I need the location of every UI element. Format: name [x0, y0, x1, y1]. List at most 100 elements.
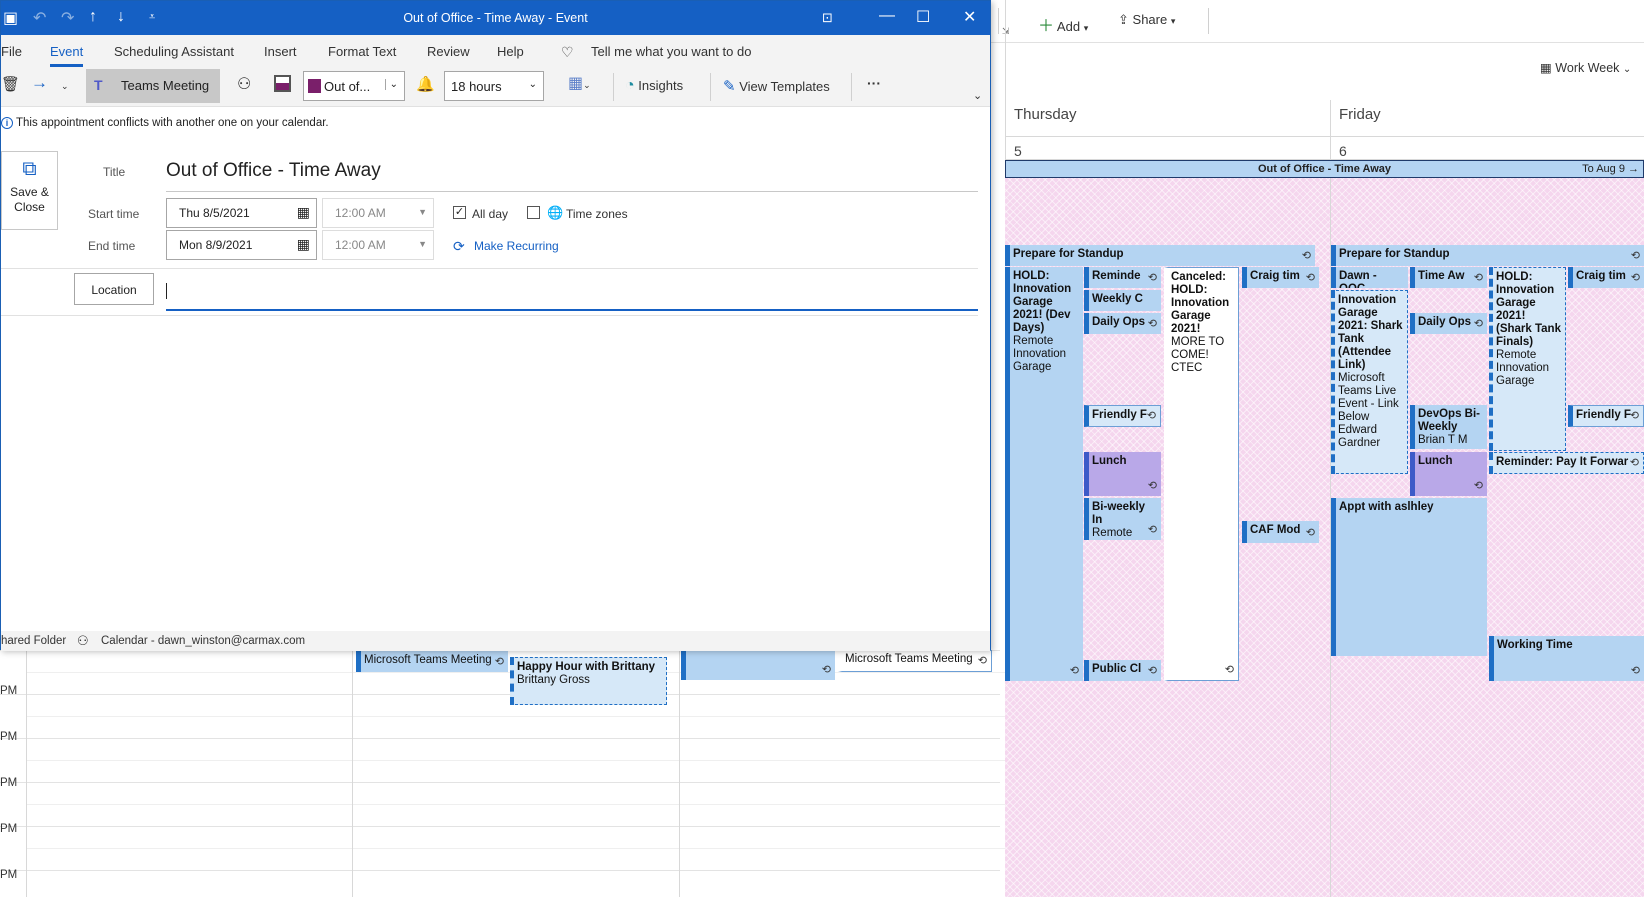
location-input[interactable]	[166, 271, 978, 311]
menu-file[interactable]: File	[1, 44, 22, 59]
calendar-event[interactable]: HOLD: Innovation Garage 2021! (Shark Tan…	[1489, 267, 1566, 451]
insights-button[interactable]: ◔ Insights	[625, 77, 683, 95]
calendar-event[interactable]: Microsoft Teams Meeting ⟲	[838, 650, 992, 672]
maximize-icon[interactable]: ☐	[916, 7, 930, 27]
event-title: Canceled: HOLD: Innovation Garage 2021!	[1171, 271, 1230, 335]
more-options-button[interactable]: ···	[867, 75, 881, 91]
calendar-event[interactable]: Dawn - OOC	[1331, 267, 1408, 288]
calendar-event[interactable]: Weekly C	[1084, 290, 1161, 311]
notes-body[interactable]	[1, 317, 990, 629]
location-button[interactable]: Location	[74, 273, 154, 305]
delete-icon[interactable]: 🗑	[1, 75, 20, 93]
make-recurring-link[interactable]: Make Recurring	[474, 239, 559, 253]
calendar-event[interactable]: Daily Ops ⟲	[1410, 313, 1487, 334]
calendar-event[interactable]: Prepare for Standup ⟲	[1005, 245, 1315, 266]
calendar-event[interactable]: Canceled: HOLD: Innovation Garage 2021! M…	[1164, 267, 1239, 681]
collapse-ribbon-icon[interactable]: ⌄	[973, 89, 982, 102]
calendar-event[interactable]: Lunch ⟲	[1410, 452, 1487, 496]
calendar-event[interactable]: Bi-weekly InRemote Technolo⟲	[1084, 498, 1161, 540]
calendar-event[interactable]: DevOps Bi-Weekly Brian T M	[1410, 405, 1487, 449]
previous-item-icon[interactable]: ↑	[89, 8, 97, 26]
sync-icon: ⟲	[1629, 410, 1639, 422]
menu-event[interactable]: Event	[50, 44, 84, 67]
folder-label: hared Folder	[1, 635, 67, 647]
event-title: HOLD: Innovation Garage 2021! (Shark Tan…	[1496, 271, 1561, 348]
day-header-friday[interactable]: Friday 6	[1330, 100, 1644, 160]
title-bar: Out of Office - Time Away - Event ▣ ↶ ↷ …	[1, 1, 990, 35]
show-as-value: Out of...	[324, 79, 371, 94]
undo-icon[interactable]: ↶	[33, 8, 46, 28]
tell-me-search[interactable]: Tell me what you want to do	[591, 44, 751, 59]
event-continues: To Aug 9 →	[1582, 163, 1639, 175]
teams-meeting-button[interactable]: T Teams Meeting	[86, 69, 220, 103]
event-title: Working Time	[1497, 639, 1573, 651]
calendar-event[interactable]: Microsoft Teams Meeting ⟲	[356, 650, 508, 672]
event-window: Out of Office - Time Away - Event ▣ ↶ ↷ …	[0, 0, 991, 651]
close-icon[interactable]: ✕	[963, 7, 976, 27]
calendar-event[interactable]: HOLD: Innovation Garage 2021! (Dev Days)…	[1005, 267, 1083, 681]
ribbon-display-icon[interactable]: ⊡	[822, 10, 833, 26]
event-title: Microsoft Teams Meeting	[845, 653, 973, 665]
calendar-event[interactable]: Working Time ⟲	[1489, 636, 1644, 681]
end-date-input[interactable]: Mon 8/9/2021 ▦	[166, 230, 317, 260]
calendar-event[interactable]: Happy Hour with Brittany Brittany Gross	[510, 657, 667, 705]
calendar-event[interactable]: Prepare for Standup ⟲	[1331, 245, 1644, 266]
share-label: Share	[1132, 12, 1168, 27]
save-close-button[interactable]: ⧉ Save & Close	[1, 151, 58, 230]
calendar-icon[interactable]: ▦	[297, 204, 310, 221]
all-day-event[interactable]: Out of Office - Time Away To Aug 9 →	[1005, 160, 1644, 178]
redo-icon[interactable]: ↷	[61, 8, 74, 28]
view-templates-button[interactable]: ✎ View Templates	[723, 77, 830, 95]
reminder-dropdown[interactable]: 18 hours ⌄	[444, 71, 544, 101]
calendar-event[interactable]: Public Cl ⟲	[1084, 660, 1161, 681]
sync-icon: ⟲	[821, 664, 831, 676]
all-day-checkbox[interactable]: ✓	[453, 206, 466, 219]
calendar-event[interactable]: Friendly F ⟲	[1084, 405, 1161, 427]
calendar-icon[interactable]: ▦	[297, 236, 310, 253]
calendar-event[interactable]: Reminde ⟲	[1084, 267, 1161, 288]
view-label: Work Week	[1555, 61, 1620, 75]
chevron-down-icon: ▼	[418, 207, 427, 217]
menu-help[interactable]: Help	[497, 44, 524, 59]
event-title: Prepare for Standup	[1013, 248, 1124, 260]
minimize-icon[interactable]: —	[879, 7, 895, 25]
categorize-icon[interactable]: ▦⌄	[568, 73, 591, 93]
menu-format-text[interactable]: Format Text	[328, 44, 396, 59]
calendar-event[interactable]: Craig tim ⟲	[1568, 267, 1644, 288]
event-subtitle: Remote Innovation Garage	[1496, 349, 1550, 387]
show-as-dropdown[interactable]: Out of... ⌄	[303, 71, 405, 101]
menu-scheduling-assistant[interactable]: Scheduling Assistant	[114, 44, 234, 59]
event-title: Microsoft Teams Meeting	[364, 654, 492, 666]
chevron-down-icon: ⌄	[384, 79, 398, 90]
attendees-icon[interactable]: ⚇	[237, 74, 251, 94]
add-button[interactable]: ＋ Add ▾	[1038, 12, 1088, 36]
menu-insert[interactable]: Insert	[264, 44, 297, 59]
forward-dropdown-icon[interactable]: ⌄	[61, 81, 69, 92]
share-button[interactable]: ⇪ Share ▾	[1118, 12, 1175, 28]
customize-toolbar-icon[interactable]: ⩡	[149, 11, 155, 24]
next-item-icon[interactable]: ↓	[117, 8, 125, 26]
start-date-input[interactable]: Thu 8/5/2021 ▦	[166, 198, 317, 228]
calendar-event[interactable]: Innovation Garage 2021: Shark Tank (Atte…	[1331, 290, 1408, 474]
day-name: Thursday	[1014, 106, 1077, 123]
calendar-event[interactable]: Daily Ops ⟲	[1084, 313, 1161, 334]
day-header-thursday[interactable]: Thursday 5	[1005, 100, 1330, 160]
location-button-label: Location	[91, 283, 137, 297]
time-label: PM	[0, 869, 18, 881]
calendar-event[interactable]: CAF Mod ⟲	[1242, 521, 1319, 543]
calendar-event[interactable]: ⟲	[681, 650, 835, 680]
title-input[interactable]: Out of Office - Time Away	[166, 154, 978, 192]
calendar-label: Calendar - dawn_winston@carmax.com	[101, 635, 306, 647]
calendar-event[interactable]: Reminder: Pay It Forwar ⟲	[1489, 452, 1644, 474]
calendar-event[interactable]: Time Aw ⟲	[1410, 267, 1487, 288]
save-icon[interactable]: ▣	[3, 8, 18, 28]
calendar-event[interactable]: Lunch ⟲	[1084, 452, 1161, 496]
view-selector[interactable]: ▦ Work Week ⌄	[1540, 60, 1631, 75]
event-title: Weekly C	[1092, 293, 1143, 305]
calendar-event[interactable]: Craig tim ⟲	[1242, 267, 1319, 288]
calendar-event[interactable]: Appt with aslhley	[1331, 498, 1487, 656]
forward-icon[interactable]: →	[31, 73, 48, 93]
menu-review[interactable]: Review	[427, 44, 470, 59]
time-zones-checkbox[interactable]	[527, 206, 540, 219]
calendar-event[interactable]: Friendly F ⟲	[1568, 405, 1644, 427]
